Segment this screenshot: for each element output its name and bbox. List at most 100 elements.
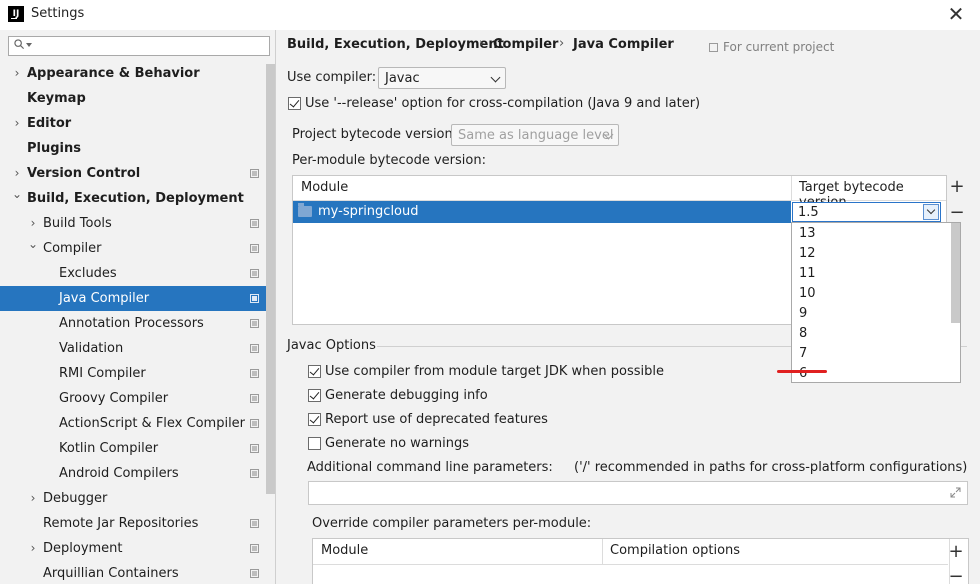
sidebar-item[interactable]: Java Compiler [0, 286, 266, 311]
additional-params-input[interactable] [308, 481, 968, 505]
override-table: Module Compilation options [312, 538, 969, 584]
sidebar-item[interactable]: Excludes [0, 261, 266, 286]
sidebar-item[interactable]: Plugins [0, 136, 266, 161]
sidebar-item-label: Groovy Compiler [59, 391, 169, 406]
sidebar-item-label: Arquillian Containers [43, 566, 179, 581]
title-bar: IJ Settings ✕ [0, 0, 980, 30]
intellij-app-icon: IJ [8, 6, 24, 22]
sidebar-item[interactable]: Groovy Compiler [0, 386, 266, 411]
chevron-right-icon[interactable]: › [27, 486, 39, 511]
sidebar-item[interactable]: › Appearance & Behavior [0, 61, 266, 86]
sidebar-item[interactable]: ⌄ Compiler [0, 236, 266, 261]
project-scope-icon [250, 244, 259, 253]
dropdown-option[interactable]: 12 [799, 244, 816, 264]
chevron-right-icon[interactable]: › [11, 61, 23, 86]
close-button[interactable]: ✕ [944, 3, 968, 27]
per-module-label: Per-module bytecode version: [292, 153, 486, 168]
dropdown-option[interactable]: 9 [799, 304, 807, 324]
dropdown-option[interactable]: 11 [799, 264, 816, 284]
breadcrumb-separator: › [479, 36, 485, 51]
sidebar-item-label: Editor [27, 116, 72, 131]
release-option-label: Use '--release' option for cross-compila… [305, 96, 701, 111]
remove-override-button[interactable]: − [946, 567, 966, 584]
sidebar-item-label: Deployment [43, 541, 123, 556]
use-module-jdk-checkbox[interactable] [308, 365, 321, 378]
project-scope-icon [250, 344, 259, 353]
dropdown-option[interactable]: 6 [799, 364, 807, 384]
table-row[interactable]: my-springcloud [293, 201, 791, 223]
module-folder-icon [298, 203, 312, 217]
project-scope-icon [250, 219, 259, 228]
project-scope-icon [250, 394, 259, 403]
sidebar-item[interactable]: › Build Tools [0, 211, 266, 236]
search-icon [14, 39, 25, 50]
dropdown-option[interactable]: 7 [799, 344, 807, 364]
column-header-module[interactable]: Module [301, 180, 348, 195]
expand-icon[interactable] [950, 487, 961, 498]
sidebar-item[interactable]: Arquillian Containers [0, 561, 266, 584]
bytecode-version-dropdown: 13 12 11 10 9 8 7 6 [791, 222, 961, 383]
sidebar-item[interactable]: › Deployment [0, 536, 266, 561]
use-module-jdk-label: Use compiler from module target JDK when… [325, 364, 664, 379]
table-header: Module Target bytecode version [293, 176, 946, 210]
chevron-down-icon[interactable]: ⌄ [27, 232, 39, 257]
sidebar-item[interactable]: Validation [0, 336, 266, 361]
highlight-underline [777, 370, 827, 373]
sidebar-item[interactable]: ActionScript & Flex Compiler [0, 411, 266, 436]
dropdown-option[interactable]: 13 [799, 224, 816, 244]
target-version-editor[interactable]: 1.5 [792, 202, 941, 222]
deprecated-features-label: Report use of deprecated features [325, 412, 548, 427]
project-scope-icon [250, 469, 259, 478]
sidebar-item-label: Keymap [27, 91, 86, 106]
debug-info-checkbox[interactable] [308, 389, 321, 402]
debug-info-label: Generate debugging info [325, 388, 488, 403]
sidebar-item-label: Version Control [27, 166, 141, 181]
search-input[interactable] [8, 36, 270, 56]
search-dropdown-icon[interactable] [26, 43, 32, 48]
project-scope-icon [250, 519, 259, 528]
breadcrumb-item: Java Compiler [573, 37, 674, 52]
use-compiler-select[interactable]: Javac [378, 67, 506, 89]
sidebar-item[interactable]: › Editor [0, 111, 266, 136]
chevron-right-icon[interactable]: › [27, 536, 39, 561]
sidebar-item[interactable]: Keymap [0, 86, 266, 111]
sidebar-scrollbar[interactable] [266, 64, 275, 494]
sidebar-item[interactable]: Annotation Processors [0, 311, 266, 336]
breadcrumb-item[interactable]: Build, Execution, Deployment [287, 37, 504, 52]
sidebar-item-label: Appearance & Behavior [27, 66, 200, 81]
sidebar-item[interactable]: Remote Jar Repositories [0, 511, 266, 536]
deprecated-features-checkbox[interactable] [308, 413, 321, 426]
sidebar-item-label: RMI Compiler [59, 366, 146, 381]
project-bytecode-select[interactable]: Same as language level [451, 124, 619, 146]
chevron-down-icon[interactable]: ⌄ [11, 182, 23, 207]
project-bytecode-value: Same as language level [458, 128, 614, 143]
project-scope-icon [250, 294, 259, 303]
sidebar-item-label: Kotlin Compiler [59, 441, 159, 456]
no-warnings-checkbox[interactable] [308, 437, 321, 450]
column-header-module[interactable]: Module [321, 543, 368, 558]
sidebar-item[interactable]: RMI Compiler [0, 361, 266, 386]
dropdown-scrollbar[interactable] [951, 223, 960, 323]
release-option-checkbox[interactable] [288, 97, 301, 110]
column-divider [602, 539, 603, 565]
dropdown-arrow-button[interactable] [923, 204, 939, 220]
table-header: Module Compilation options [313, 539, 948, 565]
dropdown-option[interactable]: 8 [799, 324, 807, 344]
chevron-right-icon[interactable]: › [11, 111, 23, 136]
sidebar-item-label: Plugins [27, 141, 81, 156]
dropdown-option[interactable]: 10 [799, 284, 816, 304]
sidebar-item-label: Android Compilers [59, 466, 179, 481]
window-title: Settings [31, 6, 85, 21]
sidebar-item-label: Annotation Processors [59, 316, 204, 331]
sidebar-item[interactable]: › Version Control [0, 161, 266, 186]
sidebar-item[interactable]: Android Compilers [0, 461, 266, 486]
column-header-compilation-options[interactable]: Compilation options [610, 543, 740, 558]
remove-module-button[interactable]: − [947, 203, 967, 223]
project-scope-icon [250, 169, 259, 178]
breadcrumb-item[interactable]: Compiler [493, 37, 558, 52]
add-override-button[interactable]: + [946, 542, 966, 562]
sidebar-item[interactable]: Kotlin Compiler [0, 436, 266, 461]
add-module-button[interactable]: + [947, 177, 967, 197]
sidebar-item[interactable]: › Debugger [0, 486, 266, 511]
sidebar-item[interactable]: ⌄ Build, Execution, Deployment [0, 186, 266, 211]
